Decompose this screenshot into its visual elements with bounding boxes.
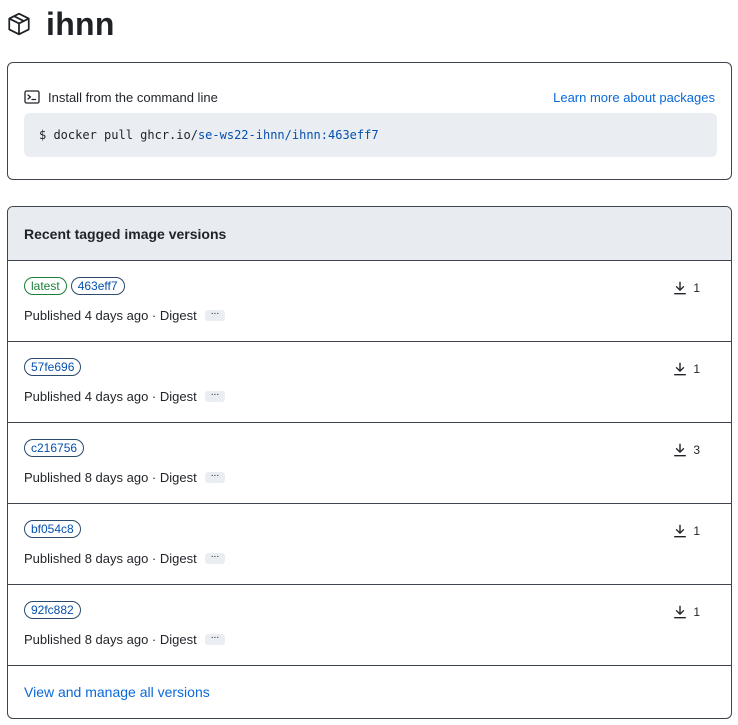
- command-prefix: $ docker pull ghcr.io/: [39, 128, 198, 142]
- version-row: 57fe696 Published 4 days ago · Digest ··…: [8, 342, 731, 423]
- command-snippet[interactable]: $ docker pull ghcr.io/se-ws22-ihnn/ihnn:…: [24, 113, 717, 157]
- version-row: 92fc882 Published 8 days ago · Digest ··…: [8, 585, 731, 666]
- versions-title: Recent tagged image versions: [24, 225, 227, 242]
- version-meta: Published 8 days ago · Digest ···: [24, 551, 225, 566]
- command-path: se-ws22-ihnn/ihnn:463eff7: [197, 128, 379, 142]
- version-tag[interactable]: c216756: [24, 439, 85, 457]
- terminal-icon: [24, 89, 40, 105]
- digest-expand-button[interactable]: ···: [204, 390, 225, 402]
- version-tag[interactable]: bf054c8: [24, 520, 81, 538]
- download-count: 1: [673, 605, 700, 619]
- package-header: ihnn: [6, 4, 115, 44]
- learn-more-link[interactable]: Learn more about packages: [553, 90, 715, 105]
- download-count: 1: [673, 524, 700, 538]
- versions-panel: Recent tagged image versions latest 463e…: [7, 206, 732, 719]
- versions-footer: View and manage all versions: [8, 666, 731, 718]
- download-icon: [673, 362, 687, 376]
- download-icon: [673, 605, 687, 619]
- download-count: 1: [673, 362, 700, 376]
- versions-header: Recent tagged image versions: [8, 207, 731, 261]
- published-text: Published 4 days ago · Digest: [24, 389, 197, 404]
- download-count-value: 1: [693, 605, 700, 619]
- version-tags: c216756: [24, 439, 85, 457]
- package-title: ihnn: [46, 5, 115, 42]
- published-text: Published 8 days ago · Digest: [24, 470, 197, 485]
- version-tags: bf054c8: [24, 520, 81, 538]
- version-tag[interactable]: 92fc882: [24, 601, 81, 619]
- download-icon: [673, 281, 687, 295]
- version-row: c216756 Published 8 days ago · Digest ··…: [8, 423, 731, 504]
- version-row: bf054c8 Published 8 days ago · Digest ··…: [8, 504, 731, 585]
- published-text: Published 4 days ago · Digest: [24, 308, 197, 323]
- download-icon: [673, 524, 687, 538]
- version-tag[interactable]: 463eff7: [70, 277, 125, 295]
- package-icon: [6, 11, 32, 37]
- version-tags: 92fc882: [24, 601, 81, 619]
- version-meta: Published 8 days ago · Digest ···: [24, 470, 225, 485]
- download-icon: [673, 443, 687, 457]
- version-meta: Published 4 days ago · Digest ···: [24, 308, 225, 323]
- version-tag[interactable]: latest: [24, 277, 67, 295]
- version-tag[interactable]: 57fe696: [24, 358, 82, 376]
- version-tags: 57fe696: [24, 358, 82, 376]
- download-count: 1: [673, 281, 700, 295]
- download-count-value: 1: [693, 281, 700, 295]
- published-text: Published 8 days ago · Digest: [24, 632, 197, 647]
- install-panel: Install from the command line Learn more…: [7, 62, 732, 180]
- download-count-value: 1: [693, 362, 700, 376]
- package-page: ihnn Install from the command line Learn…: [0, 0, 738, 725]
- version-meta: Published 4 days ago · Digest ···: [24, 389, 225, 404]
- view-all-versions-link[interactable]: View and manage all versions: [24, 684, 210, 700]
- digest-expand-button[interactable]: ···: [204, 309, 225, 321]
- install-header: Install from the command line Learn more…: [24, 89, 715, 105]
- digest-expand-button[interactable]: ···: [204, 471, 225, 483]
- version-row: latest 463eff7 Published 4 days ago · Di…: [8, 261, 731, 342]
- install-label: Install from the command line: [48, 89, 218, 105]
- download-count: 3: [673, 443, 700, 457]
- download-count-value: 3: [693, 443, 700, 457]
- published-text: Published 8 days ago · Digest: [24, 551, 197, 566]
- version-meta: Published 8 days ago · Digest ···: [24, 632, 225, 647]
- digest-expand-button[interactable]: ···: [204, 552, 225, 564]
- version-tags: latest 463eff7: [24, 277, 125, 295]
- download-count-value: 1: [693, 524, 700, 538]
- digest-expand-button[interactable]: ···: [204, 633, 225, 645]
